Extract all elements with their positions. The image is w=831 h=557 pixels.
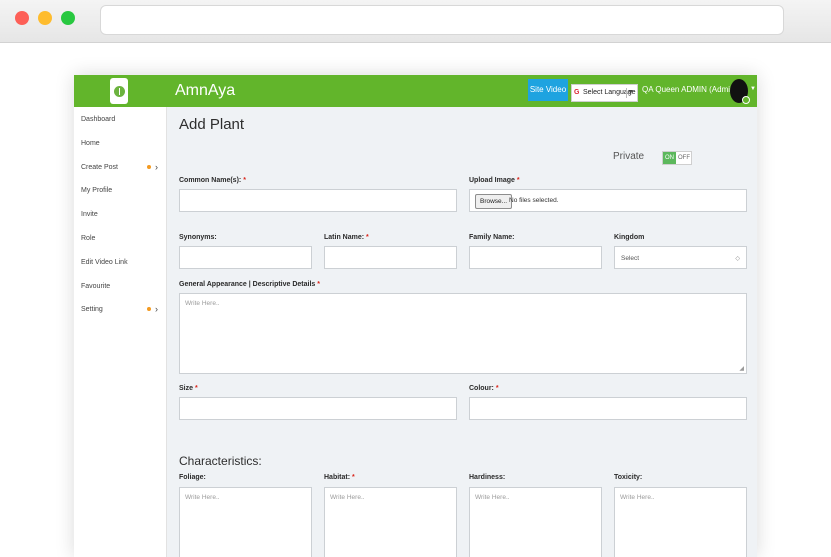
toxicity-textarea[interactable]: Write Here.. — [614, 487, 747, 557]
required-mark: * — [317, 281, 321, 288]
family-name-input[interactable] — [469, 246, 602, 269]
synonyms-label: Synonyms: — [179, 234, 217, 241]
sidebar-item-label: Invite — [81, 211, 98, 218]
label-text: Latin Name: — [324, 234, 365, 241]
site-video-button[interactable]: Site Video — [528, 79, 568, 101]
foliage-textarea[interactable]: Write Here.. — [179, 487, 312, 557]
placeholder-text: Write Here.. — [185, 494, 220, 501]
upload-image-field: Browse... No files selected. — [469, 189, 747, 212]
sidebar-item-favourite[interactable]: Favourite — [81, 283, 110, 290]
notification-dot-icon — [147, 307, 151, 311]
foliage-label: Foliage: — [179, 474, 206, 481]
required-mark: * — [243, 177, 246, 184]
synonyms-input[interactable] — [179, 246, 312, 269]
latin-name-label: Latin Name: * — [324, 234, 369, 241]
label-text: Habitat: — [324, 474, 351, 481]
sidebar-item-setting[interactable]: Setting › — [81, 304, 158, 314]
general-appearance-label: General Appearance | Descriptive Details… — [179, 281, 320, 288]
hardiness-textarea[interactable]: Write Here.. — [469, 487, 602, 557]
colour-input[interactable] — [469, 397, 747, 420]
kingdom-label: Kingdom — [614, 234, 645, 241]
required-mark: * — [366, 234, 369, 241]
label-text: Upload Image — [469, 177, 515, 184]
user-name[interactable]: QA Queen ADMIN (Admin) — [642, 85, 737, 94]
notification-dot-icon — [147, 165, 151, 169]
common-names-label: Common Name(s): * — [179, 177, 246, 184]
chevron-right-icon[interactable]: › — [155, 162, 158, 172]
file-status: No files selected. — [509, 197, 559, 204]
size-input[interactable] — [179, 397, 457, 420]
kingdom-select[interactable]: Select ◇ — [614, 246, 747, 269]
required-mark: * — [495, 385, 499, 392]
address-bar[interactable] — [100, 5, 784, 35]
label-text: Colour: — [469, 385, 494, 392]
required-mark: * — [352, 474, 355, 481]
size-label: Size * — [179, 385, 198, 392]
google-translate-icon: G — [574, 89, 580, 96]
browse-button[interactable]: Browse... — [475, 194, 513, 209]
toggle-off-label: OFF — [678, 155, 690, 161]
private-toggle[interactable]: ON OFF — [662, 151, 692, 165]
sidebar-item-label: Setting — [81, 306, 103, 313]
brand-name: AmnAya — [175, 82, 236, 99]
required-mark: * — [516, 177, 520, 184]
top-bar: AmnAya Site Video G Select Language ▼ QA … — [74, 75, 757, 107]
sidebar-item-dashboard[interactable]: Dashboard — [81, 116, 115, 123]
sidebar: Dashboard Home Create Post › My Profile I… — [74, 107, 167, 557]
sidebar-item-label: My Profile — [81, 187, 113, 194]
private-label: Private — [613, 151, 645, 162]
sidebar-item-create-post[interactable]: Create Post › — [81, 162, 158, 172]
minimize-window-icon[interactable] — [38, 11, 52, 25]
label-text: General Appearance | Descriptive Details — [179, 281, 316, 288]
resize-handle-icon[interactable]: ◢ — [739, 365, 744, 372]
dropdown-arrow-icon: ▼ — [627, 89, 634, 96]
hardiness-label: Hardiness: — [469, 474, 506, 481]
common-names-input[interactable] — [179, 189, 457, 212]
sidebar-item-home[interactable]: Home — [81, 140, 100, 147]
family-name-label: Family Name: — [469, 234, 515, 241]
main-content: Add Plant Private ON OFF Common Name(s):… — [167, 107, 757, 557]
sidebar-item-role[interactable]: Role — [81, 235, 95, 242]
sidebar-item-label: Dashboard — [81, 116, 116, 123]
chevron-down-icon: ◇ — [735, 256, 740, 262]
label-text: Common Name(s): — [179, 177, 242, 184]
habitat-label: Habitat: * — [324, 474, 355, 481]
upload-image-label: Upload Image * — [469, 177, 520, 184]
logo[interactable] — [110, 78, 128, 104]
kingdom-selected-value: Select — [621, 255, 640, 262]
maximize-window-icon[interactable] — [61, 11, 75, 25]
page-title: Add Plant — [179, 116, 245, 133]
habitat-textarea[interactable]: Write Here.. — [324, 487, 457, 557]
app-window: AmnAya Site Video G Select Language ▼ QA … — [74, 75, 757, 557]
sidebar-item-my-profile[interactable]: My Profile — [81, 187, 112, 194]
sidebar-item-label: Role — [81, 235, 96, 242]
characteristics-title: Characteristics: — [179, 454, 262, 468]
sidebar-item-label: Edit Video Link — [81, 259, 128, 266]
sidebar-item-edit-video-link[interactable]: Edit Video Link — [81, 259, 128, 266]
browser-chrome — [0, 0, 831, 43]
label-text: Size — [179, 385, 194, 392]
sidebar-item-invite[interactable]: Invite — [81, 211, 98, 218]
online-status-icon — [742, 96, 750, 104]
general-appearance-textarea[interactable]: Write Here.. ◢ — [179, 293, 747, 374]
placeholder-text: Write Here.. — [185, 300, 220, 307]
latin-name-input[interactable] — [324, 246, 457, 269]
placeholder-text: Write Here.. — [475, 494, 510, 501]
placeholder-text: Write Here.. — [620, 494, 655, 501]
chevron-right-icon[interactable]: › — [155, 304, 158, 314]
toggle-on-label: ON — [663, 152, 676, 164]
sidebar-item-label: Create Post — [81, 164, 118, 171]
close-window-icon[interactable] — [15, 11, 29, 25]
leaf-icon — [113, 85, 125, 97]
language-select[interactable]: G Select Language ▼ — [571, 84, 638, 102]
sidebar-item-label: Favourite — [81, 283, 111, 290]
user-menu-caret-icon[interactable]: ▼ — [750, 86, 756, 92]
required-mark: * — [194, 385, 198, 392]
toxicity-label: Toxicity: — [614, 474, 643, 481]
sidebar-item-label: Home — [81, 140, 100, 147]
placeholder-text: Write Here.. — [330, 494, 365, 501]
colour-label: Colour: * — [469, 385, 499, 392]
